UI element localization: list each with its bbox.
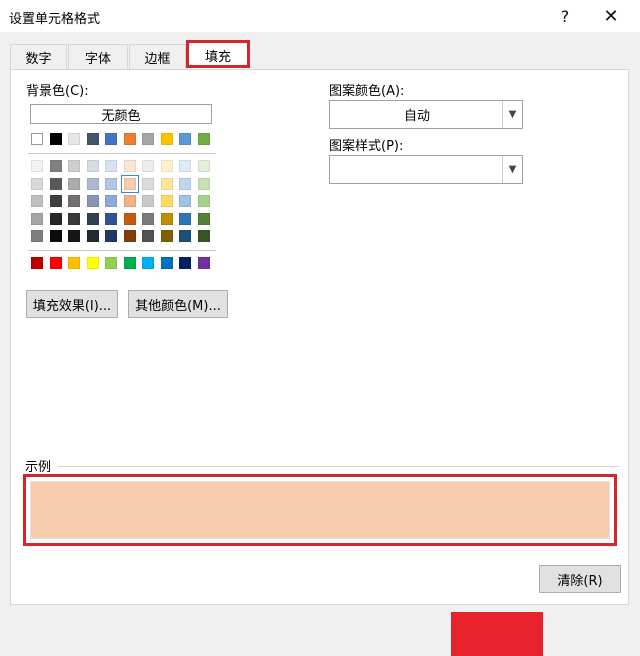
color-swatch[interactable] [49,257,62,269]
sample-preview-frame [23,474,617,546]
sample-preview [30,481,610,539]
color-swatch[interactable] [49,195,62,207]
color-swatch[interactable] [86,178,99,190]
color-swatch[interactable] [123,257,136,269]
color-swatch[interactable] [68,133,80,145]
color-swatch[interactable] [31,230,43,242]
pattern-color-label: 图案颜色(A): [329,84,405,99]
color-swatch[interactable] [105,213,117,225]
color-swatch[interactable] [86,195,99,207]
color-swatch[interactable] [160,257,173,269]
color-swatch[interactable] [123,160,136,172]
color-swatch[interactable] [123,213,136,225]
help-icon[interactable]: ? [542,0,588,32]
fill-effects-button[interactable]: 填充效果(I)... [26,290,118,318]
window-title: 设置单元格格式 [9,12,101,27]
color-swatch[interactable] [142,178,154,190]
color-swatch[interactable] [49,133,62,145]
color-swatch[interactable] [123,133,136,145]
tab-font[interactable]: 字体 [68,44,128,70]
color-swatch[interactable] [68,160,80,172]
color-swatch[interactable] [68,257,80,269]
color-swatch[interactable] [105,230,117,242]
sample-label: 示例 [25,460,52,475]
color-swatch[interactable] [179,160,191,172]
color-swatch[interactable] [179,178,191,190]
color-swatch[interactable] [142,257,154,269]
pattern-style-value [330,156,504,183]
pattern-style-select[interactable]: ▼ [329,155,523,184]
color-swatch[interactable] [142,160,154,172]
color-swatch[interactable] [179,133,191,145]
color-swatch[interactable] [160,178,173,190]
color-swatch[interactable] [160,133,173,145]
background-color-label: 背景色(C): [26,84,89,99]
color-swatch[interactable] [105,178,117,190]
color-swatch[interactable] [179,195,191,207]
pattern-style-label: 图案样式(P): [329,139,404,154]
color-swatch[interactable] [123,195,136,207]
color-swatch[interactable] [197,160,210,172]
color-swatch[interactable] [49,178,62,190]
chevron-down-icon[interactable]: ▼ [502,156,522,183]
pattern-color-value: 自动 [403,109,430,124]
color-swatch[interactable] [197,178,210,190]
color-swatch[interactable] [179,230,191,242]
color-swatch[interactable] [105,195,117,207]
tab-strip: 数字 字体 边框 填充 [0,40,640,70]
color-swatch[interactable] [142,230,154,242]
color-swatch[interactable] [68,178,80,190]
color-swatch[interactable] [142,133,154,145]
more-colors-button[interactable]: 其他颜色(M)... [128,290,228,318]
color-swatch[interactable] [123,230,136,242]
palette-separator [28,250,216,251]
color-swatch[interactable] [49,213,62,225]
tab-border[interactable]: 边框 [129,44,186,70]
color-swatch[interactable] [160,195,173,207]
tab-fill[interactable]: 填充 [187,40,249,70]
color-swatch[interactable] [68,213,80,225]
color-swatch[interactable] [197,195,210,207]
color-swatch[interactable] [179,213,191,225]
color-swatch[interactable] [49,160,62,172]
color-swatch[interactable] [142,195,154,207]
no-color-button[interactable]: 无颜色 [30,104,212,124]
color-swatch[interactable] [160,213,173,225]
color-swatch[interactable] [160,230,173,242]
tab-number[interactable]: 数字 [10,44,67,70]
color-swatch[interactable] [31,257,43,269]
color-swatch[interactable] [179,257,191,269]
color-swatch[interactable] [197,257,210,269]
ok-button-partial[interactable] [451,612,543,656]
color-swatch[interactable] [31,195,43,207]
color-swatch[interactable] [31,133,43,145]
color-swatch[interactable] [105,133,117,145]
color-swatch[interactable] [142,213,154,225]
title-bar: 设置单元格格式 ? ✕ [0,0,640,32]
chevron-down-icon[interactable]: ▼ [502,101,522,128]
pattern-color-select[interactable]: 自动 ▼ [329,100,523,129]
close-icon[interactable]: ✕ [588,0,634,32]
color-swatch[interactable] [197,213,210,225]
color-swatch[interactable] [160,160,173,172]
color-swatch[interactable] [197,133,210,145]
color-swatch[interactable] [31,178,43,190]
color-swatch[interactable] [86,213,99,225]
color-swatch[interactable] [120,175,139,193]
color-swatch[interactable] [86,257,99,269]
palette-separator [28,153,216,154]
color-swatch[interactable] [86,133,99,145]
color-swatch[interactable] [86,160,99,172]
color-swatch[interactable] [86,230,99,242]
clear-button[interactable]: 清除(R) [539,565,621,593]
color-swatch[interactable] [68,195,80,207]
sample-group-line [58,466,620,467]
color-swatch[interactable] [105,257,117,269]
color-swatch[interactable] [49,230,62,242]
color-swatch[interactable] [68,230,80,242]
color-swatch[interactable] [197,230,210,242]
color-swatch[interactable] [31,160,43,172]
color-swatch[interactable] [31,213,43,225]
color-swatch[interactable] [105,160,117,172]
